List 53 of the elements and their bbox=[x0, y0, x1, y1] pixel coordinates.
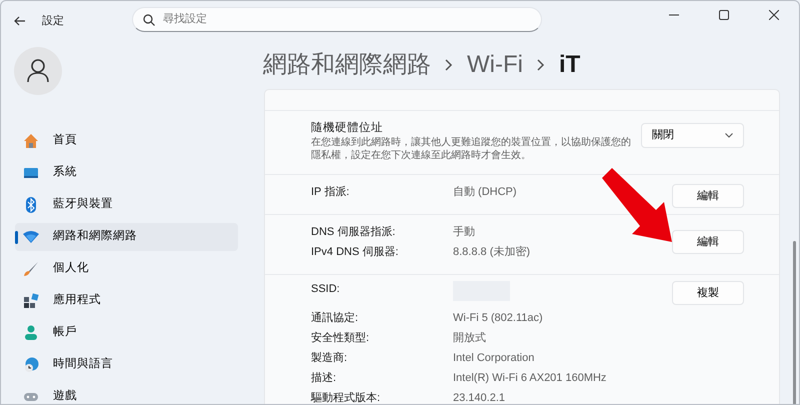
house-icon bbox=[23, 133, 39, 149]
field-label: 驅動程式版本: bbox=[311, 391, 382, 404]
sidebar-item[interactable]: 帳戶 bbox=[15, 319, 238, 347]
action-button[interactable]: 編輯 bbox=[672, 184, 744, 208]
sidebar-item[interactable]: 網路和網際網路 bbox=[15, 223, 238, 251]
globe-clock-icon bbox=[23, 357, 39, 373]
action-button[interactable]: 複製 bbox=[672, 281, 744, 305]
bluetooth-icon bbox=[23, 197, 39, 213]
sidebar-item[interactable]: 首頁 bbox=[15, 127, 238, 155]
field-label: DNS 伺服器指派: bbox=[311, 225, 396, 240]
apps-icon bbox=[23, 293, 39, 309]
person-icon bbox=[27, 59, 49, 83]
wifi-icon bbox=[23, 229, 39, 245]
field-value: 自動 (DHCP) bbox=[453, 185, 517, 200]
chevron-down-icon bbox=[725, 133, 733, 138]
field-value: Wi-Fi 5 (802.11ac) bbox=[453, 311, 544, 326]
sidebar-item[interactable]: 個人化 bbox=[15, 255, 238, 283]
window-title: 設定 bbox=[42, 14, 64, 29]
breadcrumb-item: iT bbox=[558, 50, 580, 80]
close-icon[interactable] bbox=[769, 10, 779, 20]
field-value: 23.140.2.1 bbox=[453, 391, 506, 404]
setting-description: 在您連線到此網路時，讓其他人更難追蹤您的裝置位置，以協助保護您的隱私權，設定在您下次連線至此網路時才會生效。 bbox=[311, 136, 632, 162]
breadcrumb-item[interactable]: Wi-Fi bbox=[467, 47, 523, 83]
field-value: 開放式 bbox=[453, 331, 487, 346]
setting-title: 隨機硬體位址 bbox=[311, 120, 384, 136]
dropdown[interactable]: 關閉 bbox=[641, 123, 744, 148]
field-label: SSID: bbox=[311, 282, 341, 297]
back-icon[interactable] bbox=[14, 16, 26, 26]
sidebar-item[interactable]: 藍牙與裝置 bbox=[15, 191, 238, 219]
breadcrumb-item[interactable]: 網路和網際網路 bbox=[263, 47, 431, 83]
action-button[interactable]: 編輯 bbox=[672, 230, 744, 254]
maximize-icon[interactable] bbox=[719, 10, 729, 20]
monitor-icon bbox=[23, 165, 39, 181]
sidebar-item[interactable]: 應用程式 bbox=[15, 287, 238, 315]
sidebar-item[interactable]: 遊戲 bbox=[15, 383, 238, 404]
field-label: 描述: bbox=[311, 371, 338, 386]
field-value: Intel Corporation bbox=[453, 351, 536, 366]
chevron-icon bbox=[445, 59, 453, 71]
search-field[interactable]: 尋找設定 bbox=[132, 6, 542, 32]
sidebar-item[interactable]: 系統 bbox=[15, 159, 238, 187]
search-icon bbox=[143, 14, 155, 26]
sidebar-item[interactable]: 時間與語言 bbox=[15, 351, 238, 379]
field-label: IPv4 DNS 伺服器: bbox=[311, 245, 400, 260]
person-icon bbox=[23, 325, 39, 341]
chevron-icon bbox=[536, 59, 545, 71]
field-label: IP 指派: bbox=[311, 185, 350, 200]
field-label: 製造商: bbox=[311, 350, 348, 366]
avatar[interactable] bbox=[14, 47, 62, 95]
field-value: Intel(R) Wi-Fi 6 AX201 160MHz bbox=[453, 371, 606, 386]
field-value: 8.8.8.8 (未加密) bbox=[453, 244, 530, 260]
field-label: 通訊協定: bbox=[311, 310, 360, 326]
field-label: 安全性類型: bbox=[311, 330, 370, 346]
field-value: 手動 bbox=[453, 225, 476, 240]
